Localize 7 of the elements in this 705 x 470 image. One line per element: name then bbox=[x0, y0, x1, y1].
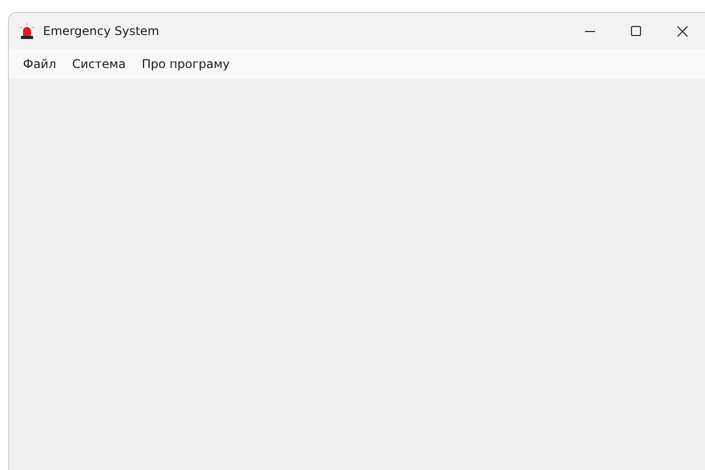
menu-item[interactable]: Файл bbox=[15, 54, 64, 74]
siren-icon bbox=[19, 23, 35, 39]
window-title: Emergency System bbox=[43, 24, 160, 38]
close-icon[interactable] bbox=[676, 26, 688, 36]
maximize-icon[interactable] bbox=[631, 26, 641, 36]
menu-item[interactable]: Система bbox=[64, 54, 134, 74]
menu-item[interactable]: Про програму bbox=[134, 54, 238, 74]
